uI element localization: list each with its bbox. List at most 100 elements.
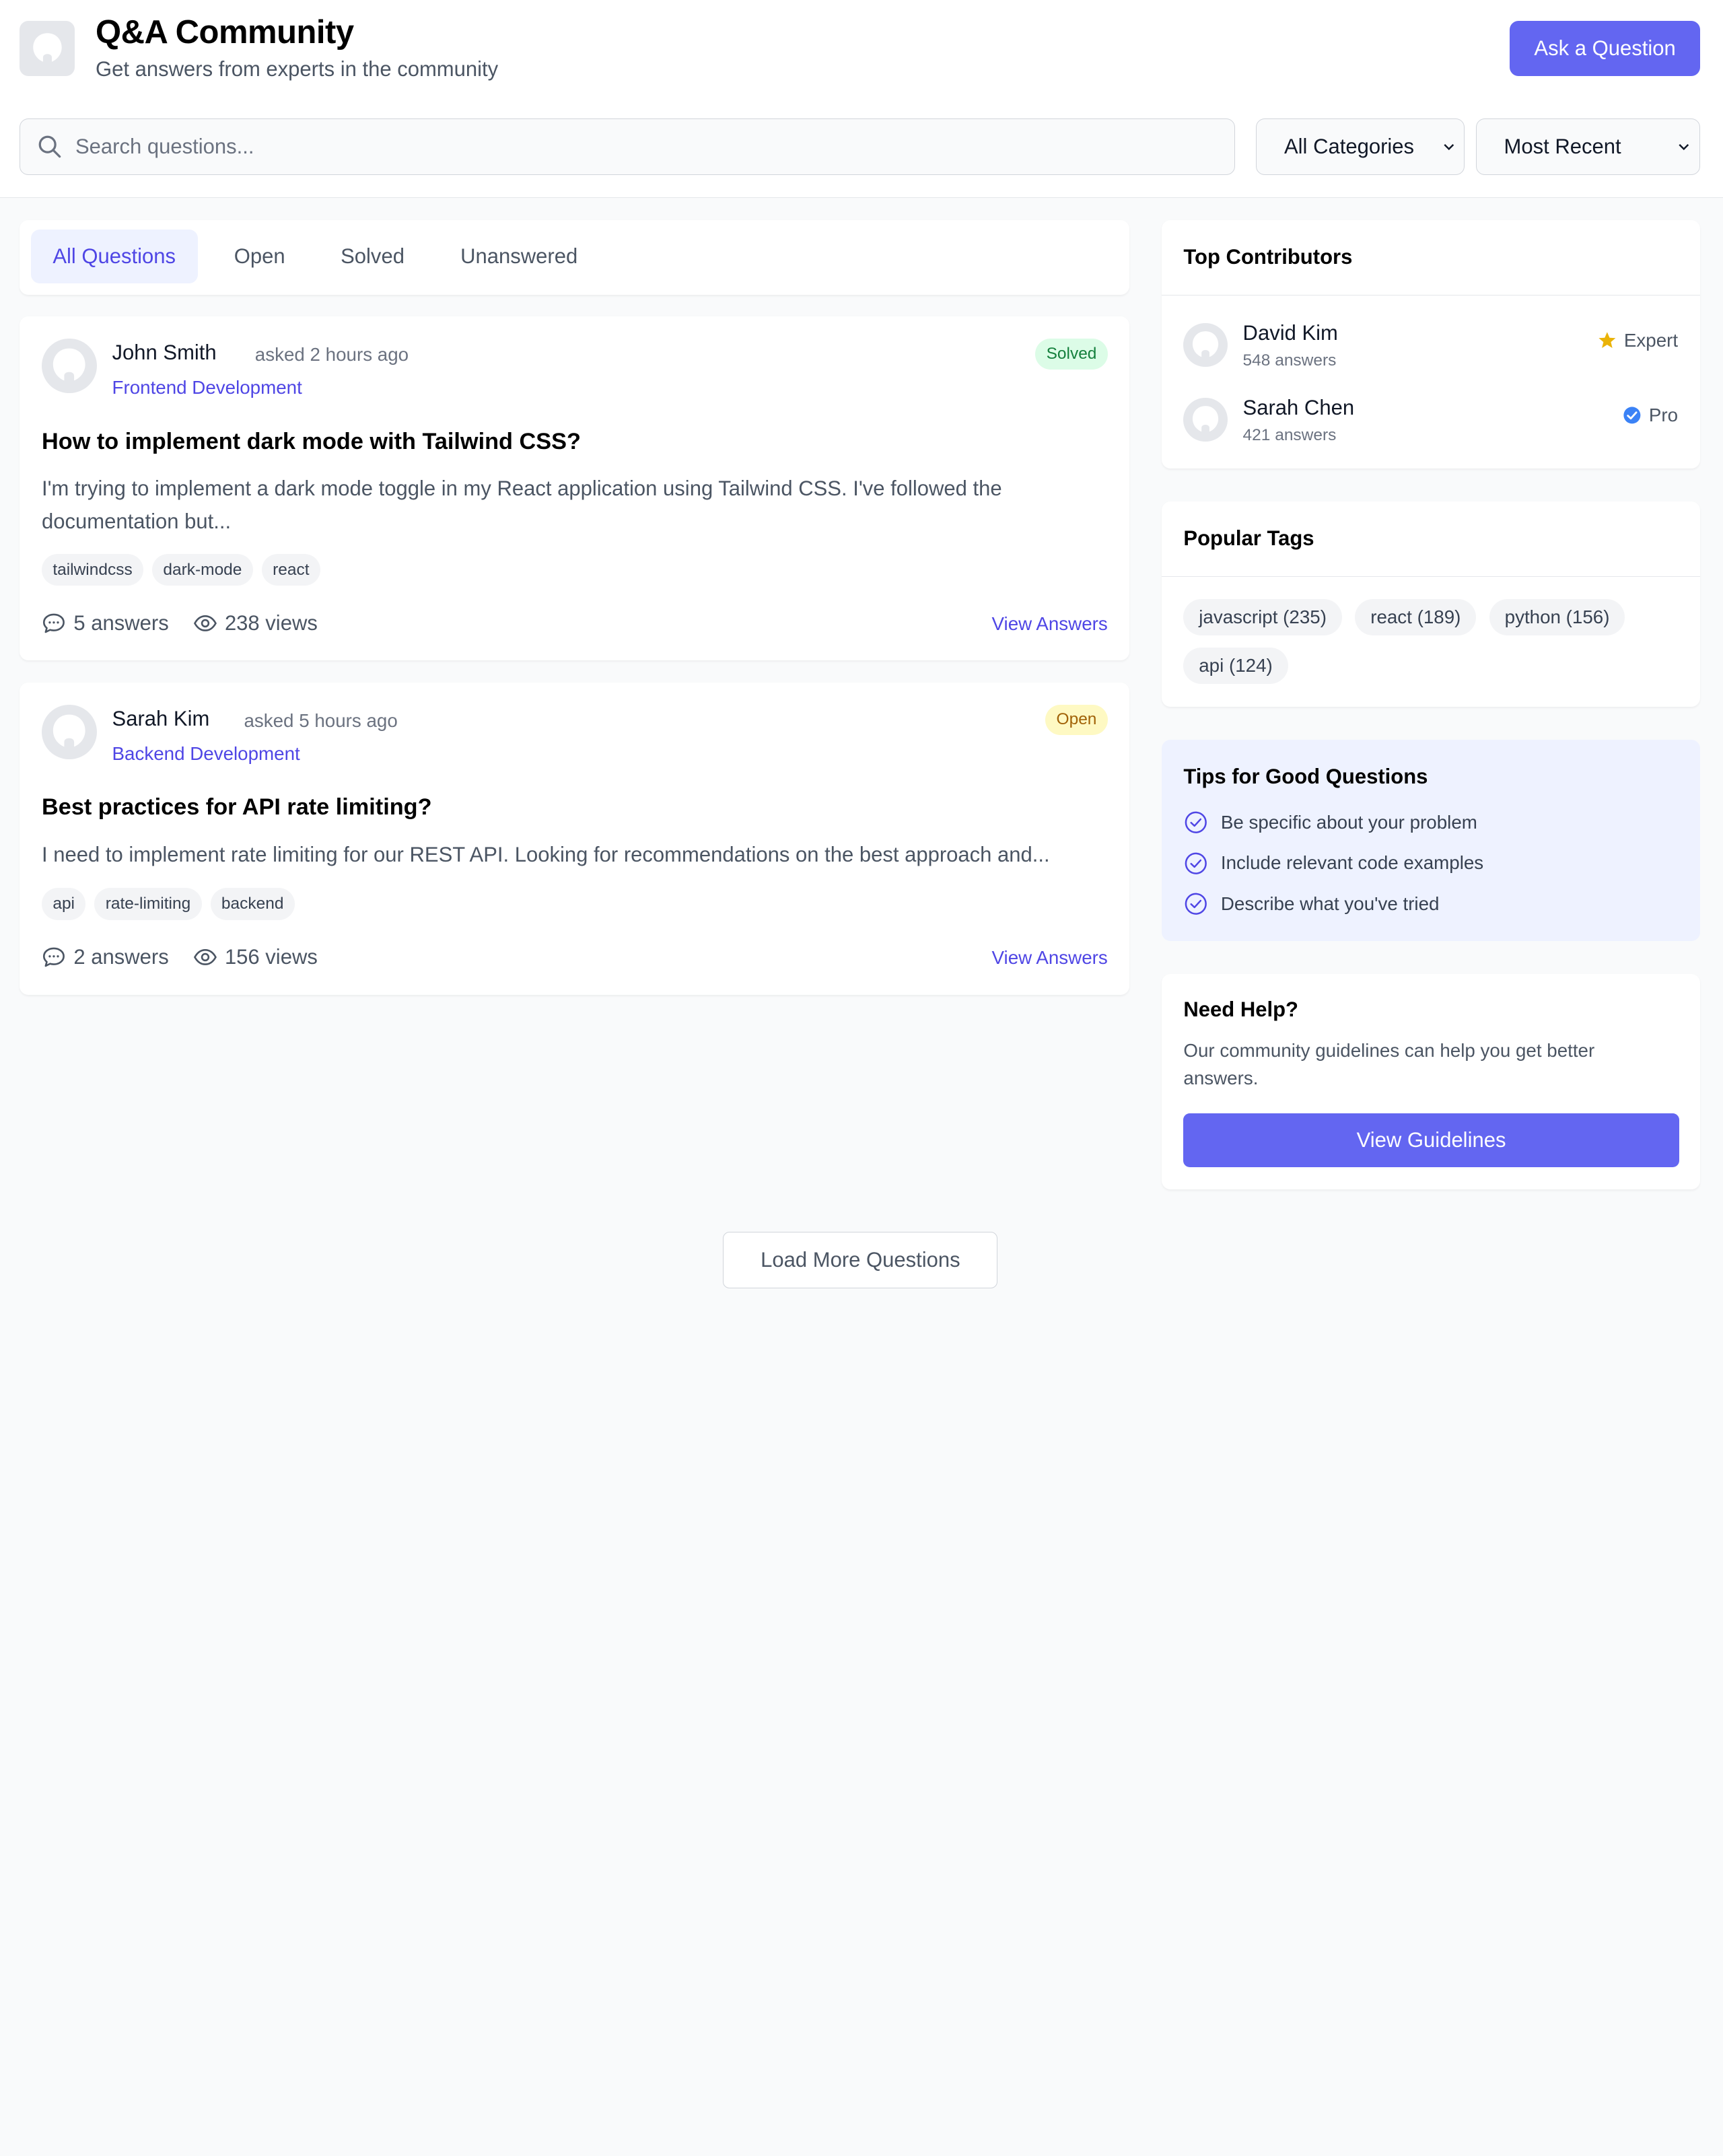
tip-text: Be specific about your problem <box>1220 812 1477 833</box>
popular-tag[interactable]: javascript (235) <box>1183 598 1342 635</box>
popular-tag[interactable]: api (124) <box>1183 647 1288 684</box>
view-count: 238 views <box>193 611 318 635</box>
top-contributors-title: Top Contributors <box>1161 220 1700 296</box>
answer-count: 2 answers <box>42 945 169 969</box>
user-avatar-icon <box>52 348 85 381</box>
tips-title: Tips for Good Questions <box>1183 765 1428 789</box>
tag[interactable]: dark-mode <box>152 553 253 586</box>
tip-item: Describe what you've tried <box>1183 891 1439 917</box>
tip-item: Include relevant code examples <box>1183 851 1483 876</box>
contributor-rank: Pro <box>1623 405 1678 426</box>
avatar[interactable] <box>42 704 97 760</box>
question-category[interactable]: Frontend Development <box>112 377 302 398</box>
question-title[interactable]: Best practices for API rate limiting? <box>42 794 432 821</box>
tab-all-questions[interactable]: All Questions <box>30 230 198 284</box>
question-time: asked 5 hours ago <box>244 709 398 731</box>
avatar <box>1183 398 1228 442</box>
question-meta: 5 answers 238 views <box>42 611 342 635</box>
contributor-rank: Expert <box>1598 330 1678 351</box>
popular-tag[interactable]: react (189) <box>1355 598 1477 635</box>
page-header: Q&A Community Get answers from experts i… <box>0 0 1723 198</box>
search-icon <box>39 135 61 158</box>
view-answers-link[interactable]: View Answers <box>992 613 1108 635</box>
tag[interactable]: tailwindcss <box>42 553 144 586</box>
load-more-button[interactable]: Load More Questions <box>723 1232 998 1288</box>
top-contributors-card: Top Contributors David Kim 548 answers E… <box>1161 219 1700 468</box>
check-circle-icon <box>1185 811 1207 834</box>
question-category[interactable]: Backend Development <box>112 743 300 765</box>
category-select-value: All Categories <box>1284 134 1415 158</box>
popular-tag[interactable]: python (156) <box>1489 598 1625 635</box>
comment-icon <box>42 613 65 633</box>
question-title[interactable]: How to implement dark mode with Tailwind… <box>42 429 581 455</box>
need-help-title: Need Help? <box>1183 998 1299 1022</box>
app-subtitle: Get answers from experts in the communit… <box>96 57 499 81</box>
contributor-answers: 421 answers <box>1242 426 1337 445</box>
answer-count-label: 5 answers <box>73 611 169 635</box>
tip-text: Describe what you've tried <box>1220 893 1440 914</box>
view-count-label: 238 views <box>224 611 318 635</box>
question-author[interactable]: Sarah Kim <box>112 707 210 731</box>
tab-open[interactable]: Open <box>212 230 307 283</box>
tab-solved[interactable]: Solved <box>318 230 426 283</box>
user-avatar-icon <box>52 714 85 747</box>
contributor-rank-label: Pro <box>1648 404 1679 425</box>
chevron-down-icon <box>1679 143 1689 151</box>
popular-tags-card: Popular Tags javascript (235) react (189… <box>1161 501 1700 707</box>
category-select[interactable]: All Categories <box>1256 118 1465 175</box>
view-guidelines-button[interactable]: View Guidelines <box>1183 1113 1679 1167</box>
search-box[interactable] <box>20 118 1236 175</box>
check-circle-icon <box>1185 893 1207 915</box>
qa-community-page: Q&A Community Get answers from experts i… <box>0 0 1723 1321</box>
contributor-rank-label: Expert <box>1623 329 1679 351</box>
question-tags: tailwindcss dark-mode react <box>42 553 320 586</box>
question-card: Sarah Kim asked 5 hours ago Backend Deve… <box>20 682 1130 995</box>
eye-icon <box>193 949 217 966</box>
user-avatar-icon <box>32 32 62 62</box>
question-excerpt: I need to implement rate limiting for ou… <box>42 842 1050 866</box>
tag[interactable]: react <box>261 553 320 586</box>
contributor-item[interactable]: David Kim 548 answers Expert <box>1183 321 1678 376</box>
sort-select-value: Most Recent <box>1504 134 1621 158</box>
sort-select[interactable]: Most Recent <box>1475 118 1700 175</box>
status-badge: Solved <box>1035 338 1108 370</box>
chevron-down-icon <box>1444 143 1454 151</box>
star-icon <box>1598 332 1616 348</box>
question-excerpt: I'm trying to implement a dark mode togg… <box>42 477 1002 534</box>
tag[interactable]: api <box>42 888 86 920</box>
tag[interactable]: backend <box>210 888 295 920</box>
view-answers-link[interactable]: View Answers <box>992 947 1108 969</box>
tag[interactable]: rate-limiting <box>94 888 202 920</box>
logo <box>20 21 75 76</box>
ask-question-button[interactable]: Ask a Question <box>1510 21 1700 76</box>
question-filter-tabs: All Questions Open Solved Unanswered <box>20 219 1130 295</box>
search-input[interactable] <box>75 134 1174 159</box>
status-badge: Open <box>1045 704 1108 736</box>
contributor-item[interactable]: Sarah Chen 421 answers Pro <box>1183 396 1678 451</box>
avatar <box>1183 322 1228 368</box>
tips-card: Tips for Good Questions Be specific abou… <box>1161 739 1700 941</box>
answer-count-label: 2 answers <box>73 945 169 969</box>
tip-text: Include relevant code examples <box>1220 852 1484 874</box>
verified-check-icon <box>1623 407 1641 424</box>
answer-count: 5 answers <box>42 611 169 635</box>
check-circle-icon <box>1185 852 1207 874</box>
tab-unanswered[interactable]: Unanswered <box>438 230 599 283</box>
tip-item: Be specific about your problem <box>1183 810 1477 835</box>
eye-icon <box>193 615 217 631</box>
question-author[interactable]: John Smith <box>112 341 217 365</box>
contributor-name: Sarah Chen <box>1242 395 1355 419</box>
comment-icon <box>42 947 65 967</box>
question-time: asked 2 hours ago <box>254 344 409 366</box>
popular-tags-title: Popular Tags <box>1161 501 1700 578</box>
popular-tags-list: javascript (235) react (189) python (156… <box>1183 598 1683 684</box>
contributor-answers: 548 answers <box>1242 351 1337 370</box>
contributor-name: David Kim <box>1242 320 1338 345</box>
user-avatar-icon <box>1192 331 1219 357</box>
avatar[interactable] <box>42 338 97 394</box>
view-count: 156 views <box>193 945 318 969</box>
user-avatar-icon <box>1192 406 1219 432</box>
need-help-card: Need Help? Our community guidelines can … <box>1161 973 1700 1189</box>
app-title: Q&A Community <box>96 13 354 50</box>
question-tags: api rate-limiting backend <box>42 888 295 920</box>
